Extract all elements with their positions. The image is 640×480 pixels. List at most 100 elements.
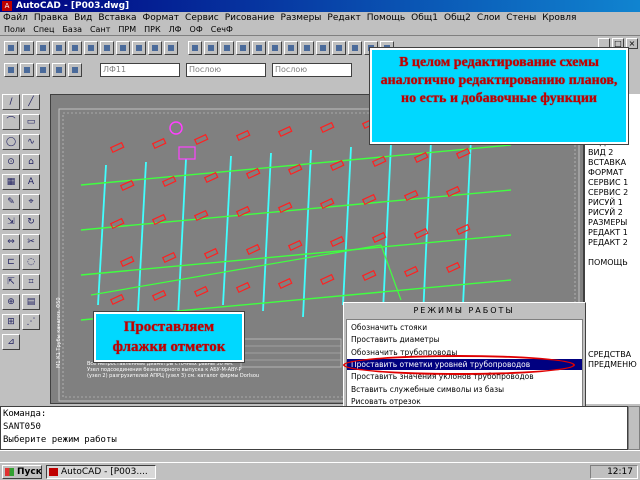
draw-tool-icon[interactable]: / bbox=[2, 94, 20, 110]
draw-tool-icon[interactable]: ◌ bbox=[22, 254, 40, 270]
draw-tool-icon[interactable]: ⌗ bbox=[22, 274, 40, 290]
menu-item[interactable]: База bbox=[58, 24, 86, 35]
toolbar-button[interactable] bbox=[268, 41, 282, 55]
level-flag[interactable] bbox=[109, 293, 125, 306]
menu-item[interactable]: Рисование bbox=[222, 12, 278, 24]
screen-menu-item[interactable]: ВИД 2 bbox=[588, 148, 613, 157]
riser-pipe[interactable] bbox=[177, 158, 187, 318]
toolbar-button[interactable] bbox=[204, 41, 218, 55]
menu-item[interactable]: Общ1 bbox=[408, 12, 441, 24]
draw-tool-icon[interactable]: ⋰ bbox=[22, 314, 40, 330]
autocad-icon[interactable]: A bbox=[2, 1, 12, 11]
level-flag[interactable] bbox=[193, 133, 209, 146]
riser-pipe[interactable] bbox=[262, 152, 272, 312]
menu-item[interactable]: Стены bbox=[503, 12, 539, 24]
toolbar-button[interactable] bbox=[188, 41, 202, 55]
screen-menu-item[interactable]: СЕРВИС 1 bbox=[588, 178, 628, 187]
draw-tool-icon[interactable]: ⊞ bbox=[2, 314, 20, 330]
menu-item[interactable]: Вид bbox=[71, 12, 95, 24]
toolbar-button[interactable] bbox=[252, 41, 266, 55]
screen-menu-item[interactable]: ВСТАВКА bbox=[588, 158, 626, 167]
level-flag[interactable] bbox=[319, 121, 335, 134]
draw-tool-icon[interactable]: ✂ bbox=[22, 234, 40, 250]
toolbar-button[interactable] bbox=[4, 41, 18, 55]
riser-pipe[interactable] bbox=[137, 161, 147, 312]
layer-tool-button[interactable] bbox=[68, 63, 82, 77]
level-flag[interactable] bbox=[287, 239, 303, 252]
level-flag[interactable] bbox=[277, 125, 293, 138]
lineweight-combo[interactable]: Послою bbox=[272, 63, 352, 77]
draw-tool-icon[interactable]: ⊕ bbox=[2, 294, 20, 310]
menu-item[interactable]: ОФ bbox=[186, 24, 207, 35]
toolbar-button[interactable] bbox=[68, 41, 82, 55]
draw-tool-icon[interactable]: ⇱ bbox=[2, 274, 20, 290]
level-flag[interactable] bbox=[235, 281, 251, 294]
draw-tool-icon[interactable]: ◯ bbox=[2, 134, 20, 150]
draw-tool-icon[interactable]: ⌖ bbox=[22, 194, 40, 210]
linetype-combo[interactable]: Послою bbox=[186, 63, 266, 77]
level-flag[interactable] bbox=[203, 247, 219, 260]
menu-item[interactable]: Вставка bbox=[95, 12, 139, 24]
toolbar-button[interactable] bbox=[236, 41, 250, 55]
work-mode-item[interactable]: Проставить диаметры bbox=[347, 334, 582, 345]
menu-item[interactable]: Сант bbox=[86, 24, 114, 35]
toolbar-button[interactable] bbox=[220, 41, 234, 55]
toolbar-button[interactable] bbox=[284, 41, 298, 55]
level-flag[interactable] bbox=[235, 129, 251, 142]
draw-tool-icon[interactable]: ▤ bbox=[22, 294, 40, 310]
layer-tool-button[interactable] bbox=[36, 63, 50, 77]
command-line[interactable]: Команда: SANT050 Выберите режим работы bbox=[0, 406, 628, 450]
toolbar-button[interactable] bbox=[20, 41, 34, 55]
draw-tool-icon[interactable]: ⇲ bbox=[2, 214, 20, 230]
level-flag[interactable] bbox=[193, 285, 209, 298]
screen-menu-item[interactable]: ПРЕДМЕНЮ bbox=[588, 360, 637, 369]
level-flag[interactable] bbox=[277, 277, 293, 290]
toolbar-button[interactable] bbox=[316, 41, 330, 55]
riser-pipe[interactable] bbox=[222, 155, 232, 306]
menu-item[interactable]: Размеры bbox=[278, 12, 325, 24]
draw-tool-icon[interactable]: ⊏ bbox=[2, 254, 20, 270]
toolbar-button[interactable] bbox=[332, 41, 346, 55]
screen-menu-item[interactable]: РЕДАКТ 2 bbox=[588, 238, 628, 247]
layer-combo[interactable]: ЛФ11 bbox=[100, 63, 180, 77]
draw-tool-icon[interactable]: ▭ bbox=[22, 114, 40, 130]
draw-tool-icon[interactable]: ⇔ bbox=[2, 234, 20, 250]
screen-menu-item[interactable]: РЕДАКТ 1 bbox=[588, 228, 628, 237]
level-flag[interactable] bbox=[361, 269, 377, 282]
work-mode-item[interactable]: Обозначить стояки bbox=[347, 322, 582, 333]
toolbar-button[interactable] bbox=[300, 41, 314, 55]
draw-tool-icon[interactable]: ∿ bbox=[22, 134, 40, 150]
screen-menu-item[interactable]: СЕРВИС 2 bbox=[588, 188, 628, 197]
toolbar-button[interactable] bbox=[36, 41, 50, 55]
menu-item[interactable]: Поли bbox=[0, 24, 29, 35]
menu-item[interactable]: ПРМ bbox=[114, 24, 140, 35]
riser-pipe[interactable] bbox=[302, 149, 312, 318]
riser-pipe[interactable] bbox=[342, 146, 352, 306]
collector-pipe[interactable] bbox=[80, 234, 512, 276]
screen-menu-item[interactable]: ПОМОЩЬ bbox=[588, 258, 628, 267]
level-flag[interactable] bbox=[371, 231, 387, 244]
menu-item[interactable]: Редакт bbox=[324, 12, 363, 24]
menu-item[interactable]: Слои bbox=[474, 12, 503, 24]
menu-item[interactable]: СечФ bbox=[207, 24, 237, 35]
menu-item[interactable]: Сервис bbox=[182, 12, 222, 24]
level-flag[interactable] bbox=[119, 179, 135, 192]
screen-menu-item[interactable]: РАЗМЕРЫ bbox=[588, 218, 627, 227]
toolbar-button[interactable] bbox=[84, 41, 98, 55]
level-flag[interactable] bbox=[455, 223, 471, 236]
menu-item[interactable]: Помощь bbox=[364, 12, 408, 24]
riser-pipe[interactable] bbox=[462, 137, 472, 306]
command-scrollbar[interactable] bbox=[628, 406, 640, 450]
toolbar-button[interactable] bbox=[132, 41, 146, 55]
draw-tool-icon[interactable]: ⊿ bbox=[2, 334, 20, 350]
screen-menu-item[interactable]: РИСУЙ 1 bbox=[588, 198, 623, 207]
riser-pipe[interactable] bbox=[382, 143, 392, 312]
draw-tool-icon[interactable]: ✎ bbox=[2, 194, 20, 210]
level-flag[interactable] bbox=[151, 137, 167, 150]
screen-menu-item[interactable]: ФОРМАТ bbox=[588, 168, 623, 177]
level-flag[interactable] bbox=[109, 141, 125, 154]
screen-menu-item[interactable]: РИСУЙ 2 bbox=[588, 208, 623, 217]
level-flag[interactable] bbox=[161, 251, 177, 264]
level-flag[interactable] bbox=[329, 235, 345, 248]
toolbar-button[interactable] bbox=[52, 41, 66, 55]
